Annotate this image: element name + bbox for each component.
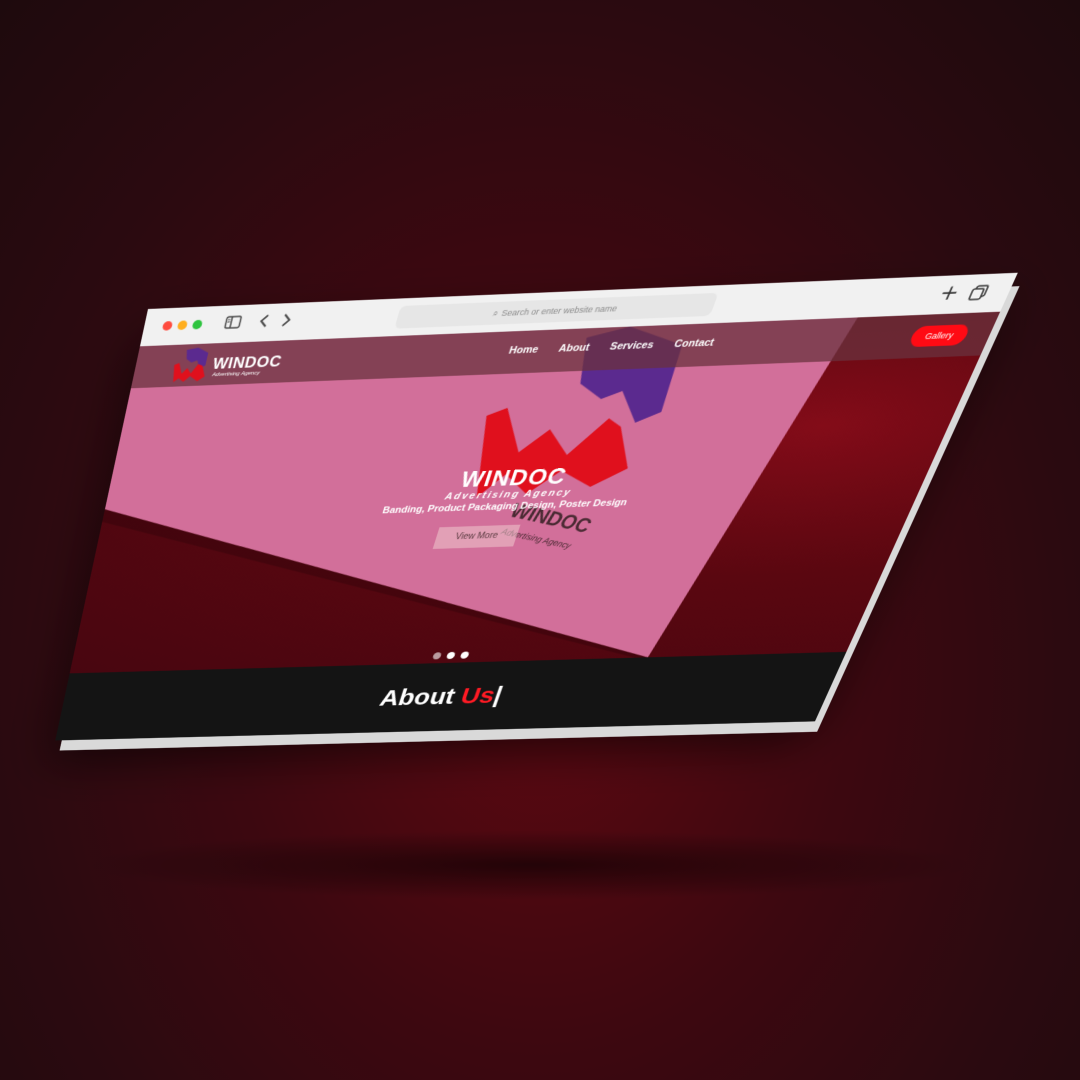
brand-logo[interactable]: WINDOC Advertising Agency: [168, 343, 316, 385]
minimize-window-button[interactable]: [176, 320, 189, 331]
brand-tagline: Advertising Agency: [211, 370, 261, 378]
web-page: WINDOC Advertising Agency WINDOC Adverti…: [55, 311, 1001, 741]
gallery-button[interactable]: Gallery: [907, 324, 972, 348]
floor-shadow: [80, 830, 980, 900]
address-placeholder: Search or enter website name: [500, 303, 619, 318]
sidebar-toggle-icon[interactable]: [222, 314, 243, 332]
scene-background: ⌕Search or enter website name + WINDOC A…: [0, 0, 1080, 1080]
carousel-dot-1[interactable]: [432, 652, 443, 660]
main-nav: Home About Services Contact: [507, 337, 716, 356]
carousel-dot-2[interactable]: [445, 651, 456, 660]
browser-window: ⌕Search or enter website name + WINDOC A…: [55, 272, 1018, 741]
new-tab-plus-icon[interactable]: +: [935, 281, 964, 306]
about-heading: About Us|: [60, 674, 837, 720]
nav-link-about[interactable]: About: [557, 342, 591, 354]
nav-link-home[interactable]: Home: [507, 344, 540, 356]
about-heading-part1: About: [376, 683, 466, 711]
nav-link-services[interactable]: Services: [608, 340, 655, 353]
back-arrow-icon[interactable]: [256, 313, 271, 330]
view-more-button[interactable]: View More: [432, 524, 521, 549]
carousel-indicators: [432, 651, 470, 660]
hero-slider: WINDOC Advertising Agency WINDOC Adverti…: [69, 311, 1001, 674]
maximize-window-button[interactable]: [191, 319, 204, 330]
search-icon: ⌕: [491, 309, 500, 320]
close-window-button[interactable]: [161, 320, 174, 331]
address-bar[interactable]: ⌕Search or enter website name: [394, 292, 719, 329]
windoc-logo-icon: [170, 347, 210, 383]
nav-link-contact[interactable]: Contact: [672, 337, 715, 350]
tabs-overview-icon[interactable]: [966, 283, 992, 301]
forward-arrow-icon[interactable]: [279, 312, 295, 329]
